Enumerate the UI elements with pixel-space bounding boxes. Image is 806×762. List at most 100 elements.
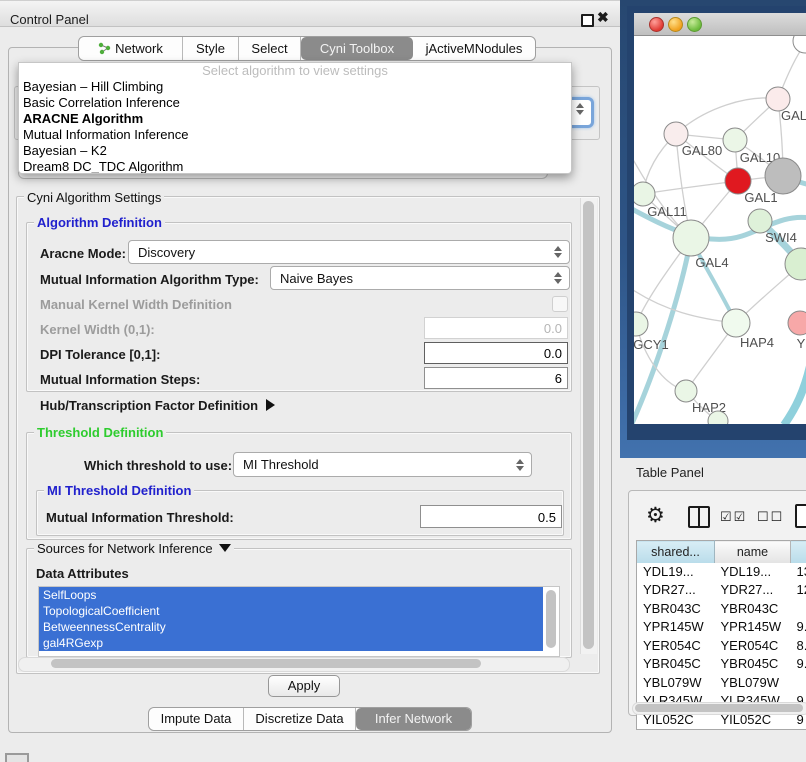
float-window-button[interactable] (581, 14, 594, 27)
table-cell: YER054C (715, 637, 791, 656)
tab-discretize-data[interactable]: Discretize Data (244, 708, 356, 730)
tab-cyni-toolbox[interactable]: Cyni Toolbox (301, 37, 413, 60)
table-row[interactable]: YPR145WYPR145W9. (637, 618, 806, 637)
node-salmon-label: Y (797, 336, 806, 351)
data-attributes-list[interactable]: SelfLoopsTopologicalCoefficientBetweenne… (38, 586, 560, 657)
node-GAL11[interactable] (634, 182, 655, 206)
table-horizontal-scrollbar[interactable] (632, 702, 806, 715)
network-edge[interactable] (676, 98, 778, 134)
algorithm-popup-item[interactable]: Bayesian – Hill Climbing (19, 79, 571, 95)
tab-infer-network[interactable]: Infer Network (356, 708, 471, 730)
kernel-width-field[interactable]: 0.0 (424, 317, 568, 339)
data-attributes-label: Data Attributes (36, 566, 129, 581)
sources-toggle[interactable]: Sources for Network Inference (34, 541, 234, 556)
table-row[interactable]: YER054CYER054C8. (637, 637, 806, 656)
manual-kernel-checkbox[interactable] (552, 296, 568, 312)
network-edge[interactable] (643, 181, 738, 194)
network-view[interactable]: GALGAL80GAL10GAL1GAL11SWI4GAL4GCY1HAP4YH… (634, 36, 806, 424)
unchecked-columns-icon[interactable]: ☐☐ (757, 509, 784, 525)
network-window[interactable]: GALGAL80GAL10GAL1GAL11SWI4GAL4GCY1HAP4YH… (627, 6, 806, 440)
node-HAP2[interactable] (675, 380, 697, 402)
mi-steps-field[interactable]: 6 (424, 367, 568, 389)
combo-arrows-icon (551, 246, 565, 258)
which-threshold-label: Which threshold to use: (84, 458, 232, 473)
table-cell (791, 674, 806, 693)
mi-type-combo[interactable]: Naive Bayes (270, 266, 570, 290)
network-graph[interactable]: GALGAL80GAL10GAL1GAL11SWI4GAL4GCY1HAP4YH… (634, 36, 806, 424)
tab-jactivemnodules[interactable]: jActiveMNodules (413, 37, 535, 60)
table-cell: YPR145W (715, 618, 791, 637)
data-attribute-item[interactable]: gal4RGexp (39, 635, 543, 651)
checked-columns-icon[interactable]: ☑☑ (720, 509, 747, 525)
gear-icon[interactable]: ⚙ (646, 503, 665, 528)
table-row[interactable]: YDR27...YDR27...12 (637, 581, 806, 600)
tab-select[interactable]: Select (239, 37, 301, 60)
table-cell (791, 600, 806, 619)
node-gray[interactable] (765, 158, 801, 194)
which-threshold-combo[interactable]: MI Threshold (233, 452, 532, 477)
data-attribute-item[interactable]: TopologicalCoefficient (39, 603, 543, 619)
close-window-icon[interactable] (649, 17, 664, 32)
algorithm-popup-item[interactable]: Bayesian – K2 (19, 143, 571, 159)
tab-label: jActiveMNodules (426, 37, 523, 60)
collapsed-arrow-icon (266, 399, 275, 411)
table-row[interactable]: YBR043CYBR043C (637, 600, 806, 619)
minimize-window-icon[interactable] (668, 17, 683, 32)
aracne-mode-label: Aracne Mode: (40, 246, 126, 261)
table-row[interactable]: YBL079WYBL079W (637, 674, 806, 693)
settings-horizontal-scrollbar[interactable] (18, 657, 570, 672)
node-HAP4[interactable] (722, 309, 750, 337)
algorithm-popup-item[interactable]: ARACNE Algorithm (19, 111, 571, 127)
table-horizontal-scrollbar-thumb[interactable] (635, 704, 803, 712)
screen: Control Panel ✖ gal filtered.sif default… (0, 0, 806, 762)
mi-type-label: Mutual Information Algorithm Type: (40, 272, 259, 287)
tab-label: Cyni Toolbox (320, 37, 394, 60)
table-row[interactable]: YBR045CYBR045C9. (637, 655, 806, 674)
expanded-arrow-icon (219, 544, 231, 552)
data-attribute-item[interactable]: BetweennessCentrality (39, 619, 543, 635)
node-GCY1[interactable] (634, 312, 648, 336)
algorithm-dropdown-popup: Select algorithm to view settings Bayesi… (18, 62, 572, 174)
table-panel-title: Table Panel (636, 465, 704, 480)
sources-title: Sources for Network Inference (37, 541, 213, 556)
close-panel-button[interactable]: ✖ (597, 9, 609, 26)
new-table-icon[interactable] (795, 504, 806, 528)
columns-icon[interactable] (688, 506, 710, 528)
network-edge[interactable] (784, 366, 806, 424)
hub-definition-toggle[interactable]: Hub/Transcription Factor Definition (40, 398, 275, 413)
table-row[interactable]: YDL19...YDL19...13 (637, 563, 806, 582)
table-cell: YDL19... (715, 563, 791, 582)
settings-vertical-scrollbar[interactable] (580, 198, 597, 654)
tab-label: Network (115, 37, 163, 60)
network-edge[interactable] (636, 324, 686, 391)
zoom-window-icon[interactable] (687, 17, 702, 32)
dpi-tolerance-label: DPI Tolerance [0,1]: (40, 347, 160, 362)
network-icon (98, 42, 111, 55)
column-header-name[interactable]: name (715, 541, 791, 563)
tab-style[interactable]: Style (183, 37, 239, 60)
apply-button[interactable]: Apply (268, 675, 340, 697)
node-GAL4[interactable] (673, 220, 709, 256)
network-window-titlebar[interactable] (634, 13, 806, 36)
dpi-tolerance-field[interactable]: 0.0 (424, 342, 568, 364)
tab-impute-data[interactable]: Impute Data (149, 708, 244, 730)
attributes-list-scrollbar[interactable] (546, 590, 556, 648)
control-panel-title: Control Panel (10, 12, 89, 27)
algorithm-popup-item[interactable]: Dream8 DC_TDC Algorithm (19, 159, 571, 174)
node-salmon[interactable] (788, 311, 806, 335)
node-pink-top-label: GAL (781, 108, 806, 123)
aracne-mode-combo[interactable]: Discovery (128, 240, 570, 264)
data-attribute-item[interactable]: SelfLoops (39, 587, 543, 603)
node-GAL10[interactable] (723, 128, 747, 152)
node-partial-top[interactable] (793, 36, 806, 53)
settings-vertical-scrollbar-thumb[interactable] (583, 201, 594, 649)
tab-network[interactable]: Network (79, 37, 183, 60)
settings-horizontal-scrollbar-thumb[interactable] (51, 659, 481, 668)
algorithm-definition-title: Algorithm Definition (34, 215, 165, 230)
column-header-shared[interactable]: shared... (637, 541, 715, 563)
column-header-A[interactable]: A (791, 541, 806, 563)
mi-threshold-field[interactable]: 0.5 (420, 505, 562, 528)
algorithm-popup-item[interactable]: Basic Correlation Inference (19, 95, 571, 111)
control-panel-tabbar: Network StyleSelect Cyni Toolbox jActiveMNo… (78, 36, 536, 61)
algorithm-popup-item[interactable]: Mutual Information Inference (19, 127, 571, 143)
